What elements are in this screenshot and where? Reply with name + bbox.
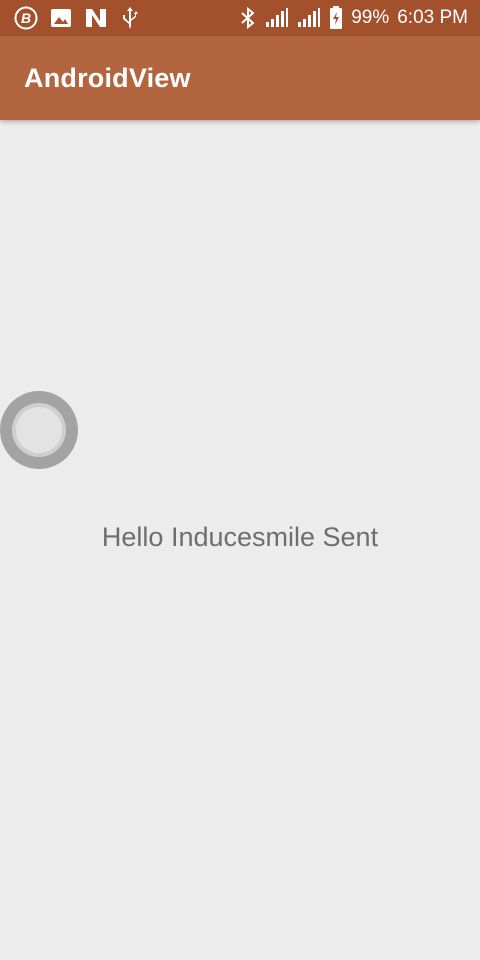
- floating-bubble-button[interactable]: [0, 391, 78, 469]
- n-logo-icon: [84, 8, 108, 28]
- usb-icon: [120, 6, 140, 30]
- svg-text:B: B: [21, 10, 31, 26]
- signal-icon-2: [297, 8, 321, 28]
- b-circle-icon: B: [14, 6, 38, 30]
- status-left-icons: B: [14, 0, 140, 36]
- floating-bubble-core: [16, 407, 62, 453]
- status-right-icons: 99% 6:03 PM: [239, 0, 468, 36]
- bluetooth-icon: [239, 7, 257, 29]
- app-bar: AndroidView: [0, 36, 480, 120]
- app-title: AndroidView: [24, 63, 191, 93]
- battery-charging-icon: [329, 6, 343, 30]
- signal-icon: [265, 8, 289, 28]
- hello-message: Hello Inducesmile Sent: [101, 522, 379, 552]
- image-icon: [50, 8, 72, 28]
- status-time: 6:03 PM: [397, 7, 468, 28]
- status-bar: B 99% 6:03 PM: [0, 0, 480, 36]
- battery-percentage: 99%: [351, 7, 390, 28]
